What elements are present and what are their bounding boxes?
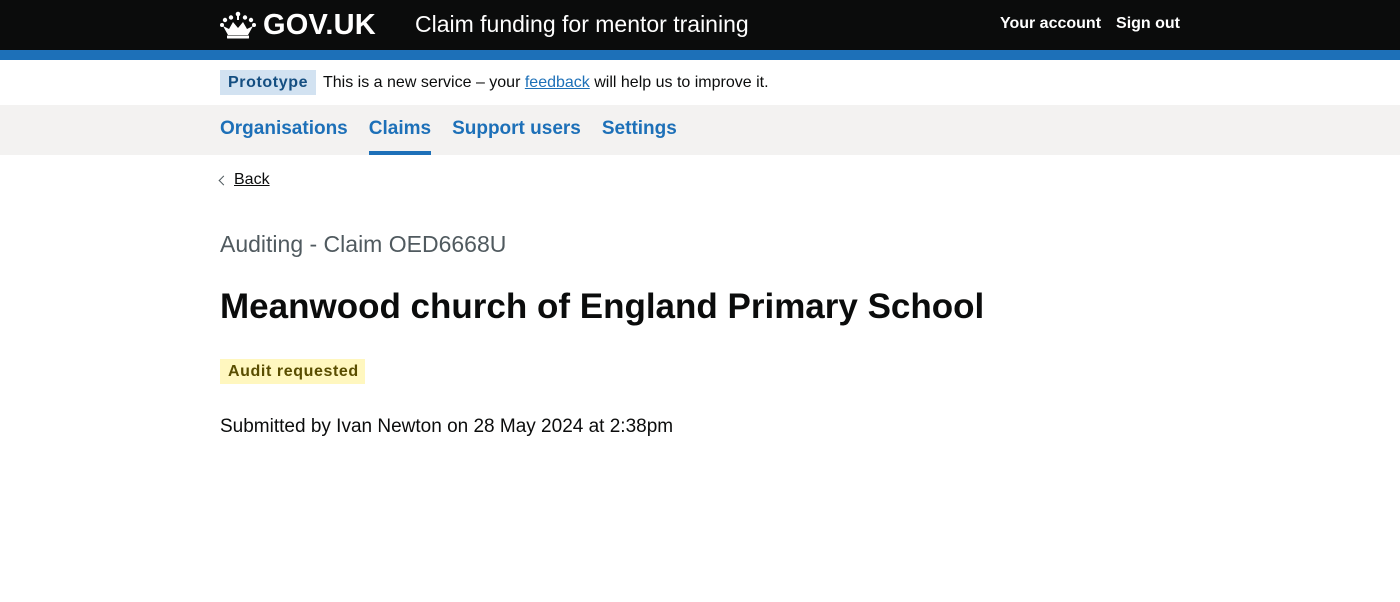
back-link-label: Back	[234, 171, 270, 188]
phase-banner-text: This is a new service – your feedback wi…	[323, 73, 769, 93]
crown-icon	[220, 11, 256, 39]
page-caption: Auditing - Claim OED6668U	[220, 231, 507, 257]
site-header: GOV.UK Claim funding for mentor training…	[0, 0, 1400, 50]
nav-link-support-users[interactable]: Support users	[452, 105, 581, 140]
service-name-link[interactable]: Claim funding for mentor training	[415, 10, 749, 38]
feedback-link[interactable]: feedback	[525, 74, 590, 91]
nav-item-claims: Claims	[368, 105, 432, 155]
nav-item-organisations: Organisations	[220, 105, 348, 155]
nav-item-settings: Settings	[602, 105, 677, 155]
nav-item-support-users: Support users	[452, 105, 581, 155]
back-link[interactable]: Back	[218, 170, 270, 190]
govuk-logo-text: GOV.UK	[263, 9, 376, 41]
phase-text-before: This is a new service – your	[323, 74, 525, 91]
phase-tag: Prototype	[220, 70, 317, 95]
your-account-link[interactable]: Your account	[1000, 14, 1101, 34]
sign-out-link[interactable]: Sign out	[1116, 14, 1180, 34]
nav-link-organisations[interactable]: Organisations	[220, 105, 348, 140]
nav-link-claims[interactable]: Claims	[369, 105, 431, 140]
status-badge: Audit requested	[220, 359, 365, 384]
primary-navigation: Organisations Claims Support users Setti…	[0, 105, 1400, 155]
govuk-logo-link[interactable]: GOV.UK	[220, 9, 376, 41]
phase-banner: Prototype This is a new service – your f…	[0, 60, 1400, 105]
account-navigation: Your account Sign out	[1000, 14, 1180, 34]
submitted-by-text: Submitted by Ivan Newton on 28 May 2024 …	[220, 416, 674, 437]
phase-text-after: will help us to improve it.	[589, 74, 769, 91]
chevron-left-icon	[218, 175, 229, 186]
page-title: Meanwood church of England Primary Schoo…	[220, 287, 985, 326]
nav-link-settings[interactable]: Settings	[602, 105, 677, 140]
header-blue-stripe	[0, 50, 1400, 60]
